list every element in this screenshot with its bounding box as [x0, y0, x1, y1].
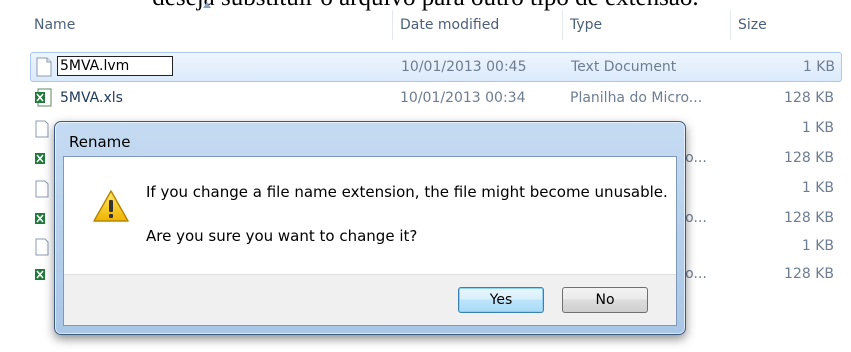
excel-file-icon — [35, 88, 52, 107]
file-row-5mva-lvm[interactable]: 5MVA.lvm 10/01/2013 00:45 Text Document … — [30, 52, 842, 82]
file-type: Text Document — [571, 59, 677, 75]
file-name: 5MVA.xls — [60, 90, 123, 106]
sort-ascending-icon — [203, 2, 211, 8]
excel-file-icon — [35, 153, 45, 164]
excel-file-icon — [35, 213, 45, 224]
file-size: 128 KB — [784, 266, 834, 282]
yes-button[interactable]: Yes — [458, 287, 544, 313]
file-size: 128 KB — [784, 210, 834, 226]
excel-file-icon — [35, 269, 45, 280]
text-file-icon — [35, 238, 49, 256]
column-header-date-modified[interactable]: Date modified — [400, 10, 499, 40]
column-divider[interactable] — [392, 10, 393, 40]
column-divider[interactable] — [730, 10, 731, 40]
rename-input[interactable]: 5MVA.lvm — [57, 56, 173, 76]
file-size: 128 KB — [784, 150, 834, 166]
file-row-5mva-xls[interactable]: 5MVA.xls 10/01/2013 00:34 Planilha do Mi… — [30, 84, 840, 112]
column-header-name[interactable]: Name — [34, 10, 75, 40]
no-button[interactable]: No — [562, 287, 648, 313]
dialog-message: If you change a file name extension, the… — [146, 183, 668, 201]
file-size: 1 KB — [801, 238, 834, 254]
dialog-body: If you change a file name extension, the… — [63, 156, 677, 326]
dialog-question: Are you sure you want to change it? — [146, 227, 418, 245]
dialog-title: Rename — [69, 133, 131, 151]
column-divider[interactable] — [562, 10, 563, 40]
file-size: 1 KB — [801, 180, 834, 196]
file-date: 10/01/2013 00:34 — [400, 90, 526, 106]
text-file-icon — [35, 120, 49, 138]
file-date: 10/01/2013 00:45 — [401, 59, 527, 75]
rename-dialog: Rename If you change a file name extensi… — [54, 121, 686, 335]
file-size: 128 KB — [784, 90, 834, 106]
dialog-button-bar: Yes No — [64, 274, 676, 325]
file-size: 1 KB — [802, 59, 835, 75]
text-file-icon — [35, 180, 49, 198]
file-type: Planilha do Micro... — [570, 90, 703, 106]
warning-icon — [93, 190, 129, 222]
column-header-type[interactable]: Type — [570, 10, 602, 40]
column-header-size[interactable]: Size — [738, 10, 767, 40]
file-size: 1 KB — [801, 120, 834, 136]
text-file-icon — [36, 57, 52, 77]
